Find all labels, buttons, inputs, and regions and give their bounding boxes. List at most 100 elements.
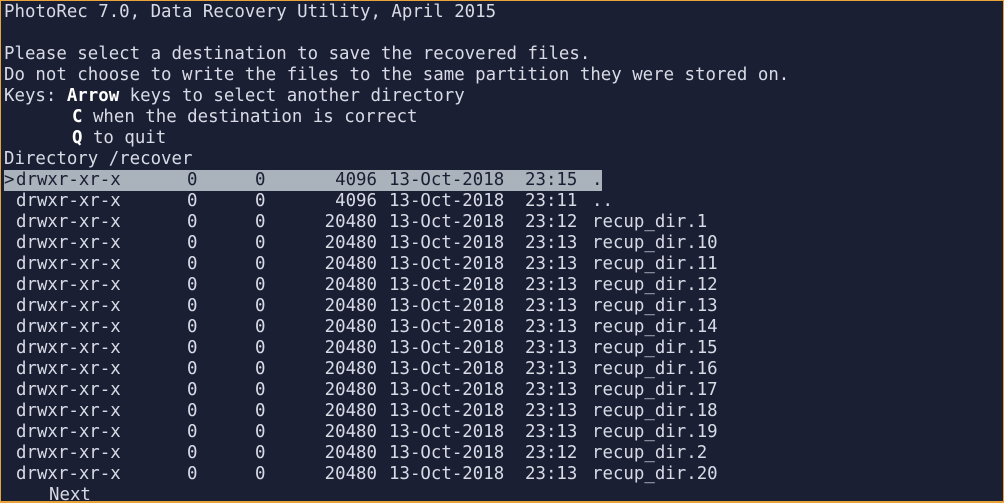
current-directory: Directory /recover bbox=[4, 149, 193, 169]
entry-uid: 0 bbox=[187, 275, 198, 295]
entry-size: 20480 bbox=[324, 422, 377, 442]
entry-time: 23:13 bbox=[525, 380, 578, 400]
directory-entry[interactable]: drwxr-xr-x 0 0 20480 13-Oct-2018 23:13 recup_d… bbox=[4, 380, 718, 401]
key-arrow-desc: keys to select another directory bbox=[119, 86, 465, 106]
directory-entry[interactable]: drwxr-xr-x 0 0 20480 13-Oct-2018 23:13 recup_d… bbox=[4, 233, 718, 254]
entry-gid: 0 bbox=[255, 275, 266, 295]
entry-uid: 0 bbox=[187, 338, 198, 358]
entry-gid: 0 bbox=[255, 191, 266, 211]
entry-size: 4096 bbox=[335, 170, 377, 190]
entry-name: recup_dir.16 bbox=[592, 359, 718, 379]
entry-time: 23:13 bbox=[525, 233, 578, 253]
entry-time: 23:13 bbox=[525, 317, 578, 337]
entry-size: 20480 bbox=[324, 359, 377, 379]
directory-entry[interactable]: drwxr-xr-x 0 0 20480 13-Oct-2018 23:13 recup_d… bbox=[4, 422, 718, 443]
entry-gid: 0 bbox=[255, 422, 266, 442]
entry-date: 13-Oct-2018 bbox=[389, 296, 505, 316]
entry-permissions: drwxr-xr-x bbox=[16, 191, 121, 211]
key-c: C bbox=[72, 107, 83, 127]
entry-time: 23:11 bbox=[525, 191, 578, 211]
entry-permissions: drwxr-xr-x bbox=[16, 170, 121, 190]
entry-permissions: drwxr-xr-x bbox=[16, 254, 121, 274]
entry-permissions: drwxr-xr-x bbox=[16, 401, 121, 421]
entry-name: recup_dir.1 bbox=[592, 212, 708, 232]
entry-size: 20480 bbox=[324, 296, 377, 316]
entry-date: 13-Oct-2018 bbox=[389, 170, 505, 190]
directory-entry[interactable]: drwxr-xr-x 0 0 20480 13-Oct-2018 23:13 recup_d… bbox=[4, 275, 718, 296]
entry-time: 23:12 bbox=[525, 212, 578, 232]
entry-gid: 0 bbox=[255, 464, 266, 484]
entry-permissions: drwxr-xr-x bbox=[16, 380, 121, 400]
entry-date: 13-Oct-2018 bbox=[389, 443, 505, 463]
keys-label: Keys: bbox=[4, 86, 67, 106]
entry-permissions: drwxr-xr-x bbox=[16, 275, 121, 295]
entry-gid: 0 bbox=[255, 338, 266, 358]
key-c-desc: when the destination is correct bbox=[82, 107, 418, 127]
entry-time: 23:13 bbox=[525, 296, 578, 316]
entry-size: 20480 bbox=[324, 275, 377, 295]
directory-entry[interactable]: drwxr-xr-x 0 0 20480 13-Oct-2018 23:13 recup_d… bbox=[4, 296, 718, 317]
entry-size: 20480 bbox=[324, 317, 377, 337]
entry-name: recup_dir.12 bbox=[592, 275, 718, 295]
directory-entry[interactable]: drwxr-xr-x 0 0 20480 13-Oct-2018 23:12 recup_d… bbox=[4, 212, 707, 233]
entry-size: 4096 bbox=[335, 191, 377, 211]
keys-line-c: C when the destination is correct bbox=[72, 107, 418, 128]
entry-size: 20480 bbox=[324, 464, 377, 484]
entry-uid: 0 bbox=[187, 170, 198, 190]
entry-name: recup_dir.17 bbox=[592, 380, 718, 400]
entry-name: recup_dir.15 bbox=[592, 338, 718, 358]
terminal-window: PhotoRec 7.0, Data Recovery Utility, Apr… bbox=[0, 0, 1004, 503]
entry-date: 13-Oct-2018 bbox=[389, 422, 505, 442]
entry-date: 13-Oct-2018 bbox=[389, 317, 505, 337]
entry-permissions: drwxr-xr-x bbox=[16, 338, 121, 358]
directory-entry[interactable]: drwxr-xr-x 0 0 20480 13-Oct-2018 23:13 recup_d… bbox=[4, 254, 718, 275]
entry-size: 20480 bbox=[324, 380, 377, 400]
entry-date: 13-Oct-2018 bbox=[389, 212, 505, 232]
entry-time: 23:13 bbox=[525, 254, 578, 274]
entry-size: 20480 bbox=[324, 212, 377, 232]
directory-entry[interactable]: drwxr-xr-x 0 0 20480 13-Oct-2018 23:12 recup_d… bbox=[4, 443, 707, 464]
cursor-indicator: > bbox=[4, 170, 15, 190]
directory-entry[interactable]: drwxr-xr-x 0 0 20480 13-Oct-2018 23:13 recup_d… bbox=[4, 317, 718, 338]
key-q-desc: to quit bbox=[82, 128, 167, 148]
entry-permissions: drwxr-xr-x bbox=[16, 296, 121, 316]
entry-gid: 0 bbox=[255, 443, 266, 463]
entry-permissions: drwxr-xr-x bbox=[16, 233, 121, 253]
entry-gid: 0 bbox=[255, 233, 266, 253]
prompt-warning: Do not choose to write the files to the … bbox=[4, 65, 790, 85]
directory-entry[interactable]: drwxr-xr-x 0 0 20480 13-Oct-2018 23:13 recup_d… bbox=[4, 359, 718, 380]
entry-time: 23:12 bbox=[525, 443, 578, 463]
entry-time: 23:15 bbox=[525, 170, 578, 190]
keys-line-arrow: Keys: Arrow keys to select another direc… bbox=[4, 86, 465, 107]
next-page-option[interactable]: Next bbox=[49, 485, 91, 501]
entry-time: 23:13 bbox=[525, 275, 578, 295]
keys-line-q: Q to quit bbox=[72, 128, 166, 149]
directory-entry[interactable]: drwxr-xr-x 0 0 20480 13-Oct-2018 23:13 recup_d… bbox=[4, 401, 718, 422]
entry-uid: 0 bbox=[187, 422, 198, 442]
entry-gid: 0 bbox=[255, 380, 266, 400]
directory-entry[interactable]: drwxr-xr-x 0 0 4096 13-Oct-2018 23:11.. bbox=[4, 191, 613, 212]
entry-uid: 0 bbox=[187, 359, 198, 379]
entry-permissions: drwxr-xr-x bbox=[16, 317, 121, 337]
entry-size: 20480 bbox=[324, 443, 377, 463]
entry-name: recup_dir.11 bbox=[592, 254, 718, 274]
entry-size: 20480 bbox=[324, 254, 377, 274]
entry-time: 23:13 bbox=[525, 401, 578, 421]
directory-entry[interactable]: > drwxr-xr-x 0 0 4096 13-Oct-2018 23:15. bbox=[4, 170, 602, 191]
entry-date: 13-Oct-2018 bbox=[389, 380, 505, 400]
entry-name: recup_dir.10 bbox=[592, 233, 718, 253]
directory-entry[interactable]: drwxr-xr-x 0 0 20480 13-Oct-2018 23:13 recup_d… bbox=[4, 338, 718, 359]
entry-date: 13-Oct-2018 bbox=[389, 254, 505, 274]
entry-name: . bbox=[592, 170, 603, 190]
key-q: Q bbox=[72, 128, 83, 148]
entry-name: recup_dir.13 bbox=[592, 296, 718, 316]
directory-entry[interactable]: drwxr-xr-x 0 0 20480 13-Oct-2018 23:13 recup_d… bbox=[4, 464, 718, 485]
entry-gid: 0 bbox=[255, 296, 266, 316]
entry-date: 13-Oct-2018 bbox=[389, 275, 505, 295]
entry-permissions: drwxr-xr-x bbox=[16, 212, 121, 232]
entry-uid: 0 bbox=[187, 191, 198, 211]
entry-size: 20480 bbox=[324, 233, 377, 253]
entry-uid: 0 bbox=[187, 233, 198, 253]
entry-time: 23:13 bbox=[525, 338, 578, 358]
entry-name: recup_dir.14 bbox=[592, 317, 718, 337]
